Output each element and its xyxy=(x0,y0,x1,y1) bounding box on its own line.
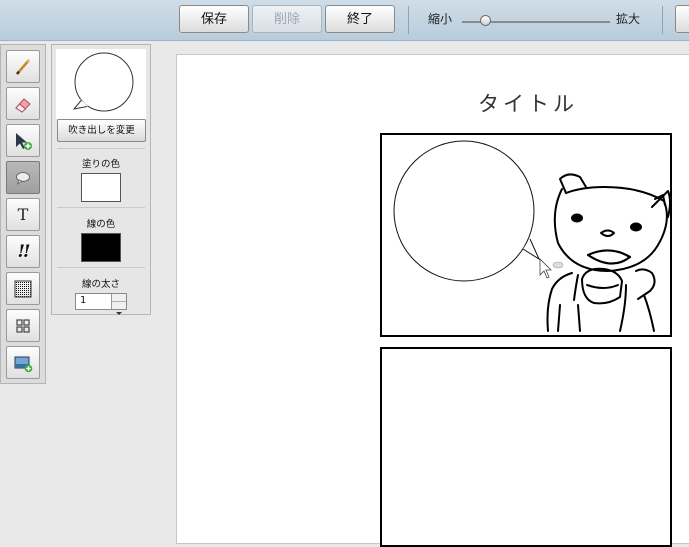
mouse-cursor-icon xyxy=(539,258,564,279)
pencil-icon xyxy=(16,58,30,75)
screentone-icon xyxy=(14,280,32,297)
spinner-up-button[interactable] xyxy=(112,294,126,307)
spinner-down-button[interactable] xyxy=(112,302,126,315)
zoom-slider-thumb[interactable] xyxy=(480,15,492,26)
top-toolbar: 保存 削除 終了 縮小 拡大 xyxy=(0,0,689,41)
panel-layout-tool-button[interactable] xyxy=(6,309,40,342)
panel-1-artwork xyxy=(393,140,670,332)
page-title[interactable]: タイトル xyxy=(468,88,588,118)
bubble-shape-preview xyxy=(56,49,146,119)
select-add-tool-button[interactable] xyxy=(6,124,40,157)
change-bubble-button[interactable]: 吹き出しを変更 xyxy=(57,119,146,142)
panel-grid-icon xyxy=(16,318,30,333)
pencil-tool-button[interactable] xyxy=(6,50,40,83)
fill-color-swatch[interactable] xyxy=(81,173,121,202)
delete-button[interactable]: 削除 xyxy=(252,5,322,33)
comic-panel-1[interactable] xyxy=(380,133,672,337)
toolbar-divider xyxy=(408,6,409,34)
screentone-tool-button[interactable] xyxy=(6,272,40,305)
chevron-down-icon xyxy=(116,312,122,315)
insert-image-icon xyxy=(14,356,33,372)
select-add-cursor-icon xyxy=(16,132,32,150)
line-width-spinner[interactable]: 1 xyxy=(75,293,127,315)
insert-image-tool-button[interactable] xyxy=(6,346,40,379)
line-width-label: 線の太さ xyxy=(81,279,120,290)
cat-character-sketch xyxy=(546,173,670,332)
line-width-value[interactable]: 1 xyxy=(80,295,86,306)
speech-bubble-icon xyxy=(16,171,30,185)
speech-bubble-tool-button[interactable] xyxy=(6,161,40,194)
eraser-icon xyxy=(15,97,31,113)
speech-bubble-preview-icon xyxy=(72,52,134,112)
fill-color-label: 塗りの色 xyxy=(81,159,120,170)
comic-panel-2[interactable] xyxy=(380,347,672,547)
toolbar-divider-2 xyxy=(662,6,663,34)
zoom-in-label: 拡大 xyxy=(616,12,641,26)
line-color-swatch[interactable] xyxy=(81,233,121,262)
panel-divider xyxy=(57,267,145,268)
speech-bubble[interactable] xyxy=(393,140,541,282)
line-color-label: 線の色 xyxy=(86,219,116,230)
cut-off-toolbar-button[interactable] xyxy=(675,5,689,33)
spinner-buttons xyxy=(111,294,126,315)
end-button[interactable]: 終了 xyxy=(325,5,395,33)
text-tool-button[interactable]: T xyxy=(6,198,40,231)
panel-divider xyxy=(57,148,145,149)
tool-palette: T !! xyxy=(0,44,46,384)
panel-divider xyxy=(57,207,145,208)
save-button[interactable]: 保存 xyxy=(179,5,249,33)
eraser-tool-button[interactable] xyxy=(6,87,40,120)
text-tool-icon: T xyxy=(17,205,29,224)
bubble-properties-panel: 吹き出しを変更 塗りの色 線の色 線の太さ 1 xyxy=(51,44,151,315)
exclamation-effect-tool-button[interactable]: !! xyxy=(6,235,40,268)
zoom-out-label: 縮小 xyxy=(428,12,453,26)
exclamation-effect-icon: !! xyxy=(17,241,31,262)
